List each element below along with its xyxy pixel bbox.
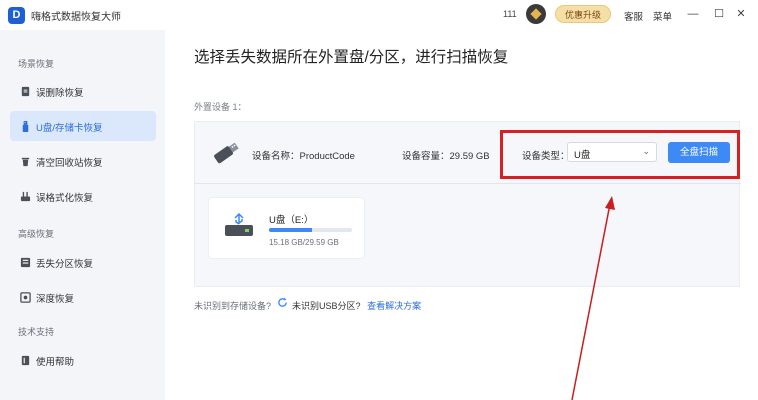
external-device-label: 外置设备 1： bbox=[194, 102, 247, 112]
footer-help-row: 未识别到存储设备? 未识别USB分区? 查看解决方案 bbox=[194, 297, 421, 311]
sidebar-item-help[interactable]: 使用帮助 bbox=[10, 345, 156, 375]
minimize-button[interactable]: — bbox=[685, 5, 701, 23]
app-title: 嗨格式数据恢复大师 bbox=[31, 12, 121, 23]
trash-file-icon bbox=[21, 86, 30, 97]
refresh-icon[interactable] bbox=[277, 297, 288, 308]
highlight-annotation-box bbox=[500, 130, 740, 179]
device-capacity: 设备容量：29.59 GB bbox=[402, 151, 490, 162]
partition-card[interactable]: U盘（E:） 15.18 GB/29.59 GB bbox=[208, 197, 365, 259]
vip-badge-icon[interactable] bbox=[526, 4, 546, 24]
recycle-bin-icon bbox=[21, 157, 30, 167]
menu-button[interactable]: 菜单 bbox=[653, 9, 672, 23]
device-name: 设备名称：ProductCode bbox=[252, 151, 355, 162]
sidebar-item-label: 使用帮助 bbox=[36, 357, 75, 368]
partition-usage-bar bbox=[269, 228, 352, 232]
close-button[interactable]: ✕ bbox=[733, 5, 749, 23]
sidebar-item-usb-recovery[interactable]: U盘/存储卡恢复 bbox=[10, 111, 156, 141]
device-header: 设备名称：ProductCode 设备容量：29.59 GB 设备类型： U盘 … bbox=[195, 122, 741, 184]
sidebar-item-deleted-recovery[interactable]: 误删除恢复 bbox=[10, 76, 156, 106]
sidebar-item-label: 清空回收站恢复 bbox=[36, 158, 103, 169]
deep-scan-icon bbox=[20, 292, 31, 303]
view-solution-link[interactable]: 查看解决方案 bbox=[367, 299, 421, 312]
maximize-button[interactable]: ☐ bbox=[711, 5, 727, 23]
help-book-icon bbox=[21, 355, 30, 366]
device-not-found-text: 未识别到存储设备? bbox=[194, 301, 272, 312]
sidebar-item-label: 丢失分区恢复 bbox=[36, 259, 94, 270]
usb-partition-icon bbox=[225, 213, 253, 236]
sidebar-group-scene: 场景恢复 bbox=[18, 59, 55, 69]
sidebar-item-label: U盘/存储卡恢复 bbox=[36, 123, 103, 134]
sidebar-item-label: 误删除恢复 bbox=[36, 88, 84, 99]
sidebar-item-partition-recovery[interactable]: 丢失分区恢复 bbox=[10, 247, 156, 277]
partition-name: U盘（E:） bbox=[269, 215, 314, 226]
sidebar-item-deep-recovery[interactable]: 深度恢复 bbox=[10, 282, 156, 312]
partition-usage-fill bbox=[269, 228, 312, 232]
device-panel: 设备名称：ProductCode 设备容量：29.59 GB 设备类型： U盘 … bbox=[194, 121, 741, 287]
partition-icon bbox=[20, 257, 31, 268]
promo-upgrade-button[interactable]: 优惠升级 bbox=[555, 5, 611, 23]
sidebar-item-label: 误格式化恢复 bbox=[36, 193, 94, 204]
sidebar-group-advanced: 高级恢复 bbox=[18, 229, 55, 239]
sidebar-item-label: 深度恢复 bbox=[36, 294, 75, 305]
partition-size: 15.18 GB/29.59 GB bbox=[269, 238, 339, 247]
sidebar: 场景恢复 误删除恢复 U盘/存储卡恢复 清空回收站恢复 误格式化恢复 高级恢复 … bbox=[0, 30, 165, 400]
notification-count[interactable]: 111 bbox=[503, 9, 517, 19]
usb-stick-icon bbox=[214, 142, 239, 164]
usb-partition-unrecognized-text: 未识别USB分区? bbox=[292, 301, 361, 312]
sidebar-item-recycle-recovery[interactable]: 清空回收站恢复 bbox=[10, 146, 156, 176]
annotation-arrow bbox=[571, 196, 615, 400]
sidebar-group-support: 技术支持 bbox=[18, 327, 55, 337]
format-icon bbox=[20, 191, 31, 202]
usb-drive-icon bbox=[22, 121, 29, 132]
customer-service-button[interactable]: 客服 bbox=[624, 9, 643, 23]
page-title: 选择丢失数据所在外置盘/分区，进行扫描恢复 bbox=[194, 49, 509, 66]
app-logo-icon: D bbox=[8, 7, 25, 24]
sidebar-item-format-recovery[interactable]: 误格式化恢复 bbox=[10, 181, 156, 211]
title-bar: D 嗨格式数据恢复大师 111 优惠升级 客服 菜单 — ☐ ✕ bbox=[0, 0, 758, 30]
